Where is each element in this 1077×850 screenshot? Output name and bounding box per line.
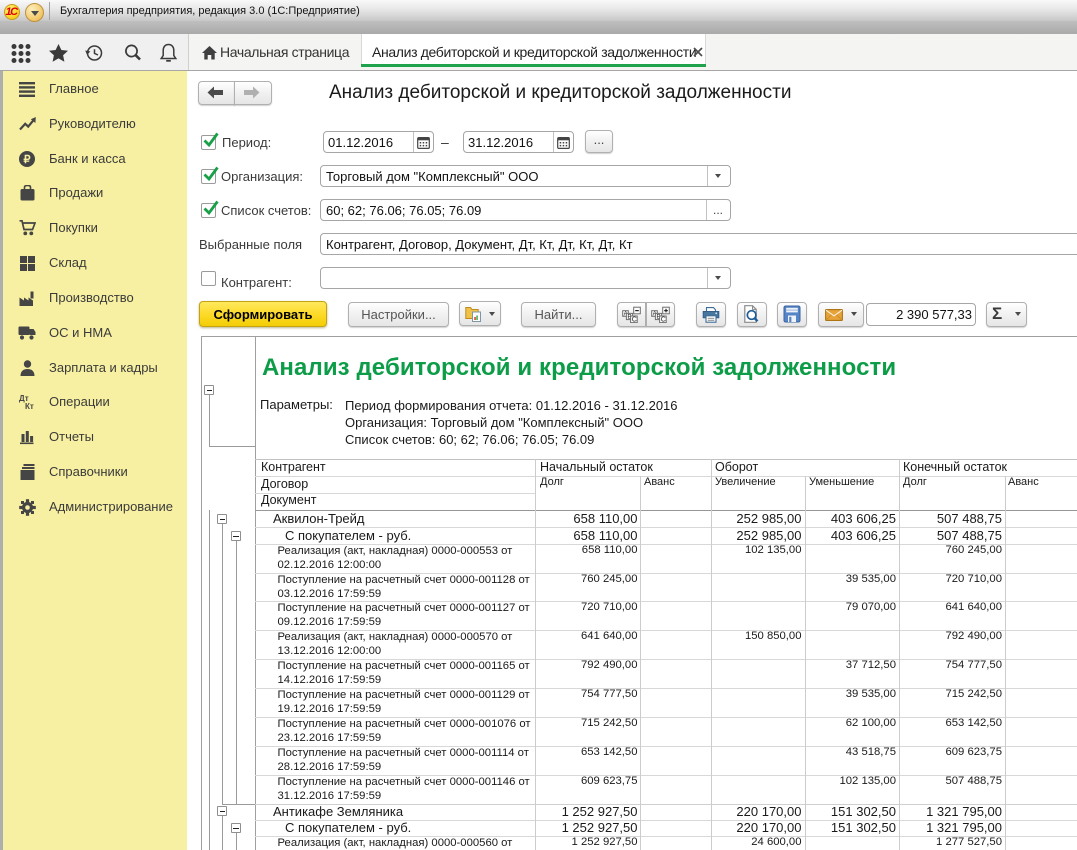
svg-text:С: С bbox=[632, 317, 637, 323]
svg-text:С: С bbox=[661, 317, 666, 323]
svg-text:₽: ₽ bbox=[24, 154, 31, 166]
